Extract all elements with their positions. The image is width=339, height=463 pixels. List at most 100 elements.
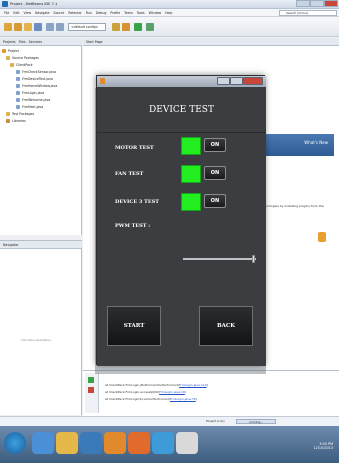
libraries-icon	[6, 119, 10, 123]
save-all-icon[interactable]	[34, 23, 42, 31]
build-icon[interactable]	[112, 23, 120, 31]
tree-item[interactable]: FrmDeviceTest.java	[16, 76, 53, 82]
dialog-minimize-button[interactable]	[217, 77, 230, 85]
close-button[interactable]	[324, 0, 338, 7]
tree-item[interactable]: Source Packages	[6, 55, 39, 61]
dialog-titlebar[interactable]	[97, 76, 266, 87]
media-icon[interactable]	[80, 432, 102, 454]
output-line: at ClientPack.FrmLogin$1.actionPerformed…	[105, 397, 197, 401]
redo-icon[interactable]	[56, 23, 64, 31]
ie-icon[interactable]	[32, 432, 54, 454]
tab-files[interactable]: Files	[19, 40, 26, 44]
rerun-icon[interactable]	[88, 377, 94, 383]
tree-item[interactable]: FrmMain.java	[16, 104, 43, 110]
window-controls	[296, 0, 338, 7]
navigator-tabstrip: Navigator	[0, 241, 82, 249]
app-icon[interactable]	[152, 432, 174, 454]
menu-navigate[interactable]: Navigate	[35, 11, 49, 15]
netbeans-task-icon[interactable]	[104, 432, 126, 454]
java-task-icon[interactable]	[176, 432, 198, 454]
projects-pane: Projects Files Services Project Source P…	[0, 38, 82, 235]
navigator-title[interactable]: Navigator	[3, 243, 19, 247]
minimize-button[interactable]	[296, 0, 310, 7]
menu-help[interactable]: Help	[165, 11, 172, 15]
stacktrace-link[interactable]: FrmLogin.java:16	[159, 390, 185, 394]
navigator-empty-text: <No View Available>	[20, 338, 52, 342]
clock[interactable]: 3:50 PM 12/10/2013	[313, 442, 333, 450]
package-folder-icon	[6, 112, 10, 116]
package-icon	[10, 63, 14, 67]
java-file-icon	[16, 98, 20, 102]
tab-services[interactable]: Services	[29, 40, 42, 44]
menu-profile[interactable]: Profile	[110, 11, 120, 15]
stop-icon[interactable]	[88, 387, 94, 393]
editor-tabstrip: Start Page	[83, 38, 339, 46]
maximize-button[interactable]	[310, 0, 324, 7]
java-file-icon	[16, 70, 20, 74]
stacktrace-link[interactable]: FrmLogin.java:76	[170, 397, 196, 401]
tree-item[interactable]: Test Packages	[6, 111, 34, 117]
progress-bar[interactable]: running...	[236, 419, 276, 424]
pwm-slider-track[interactable]	[183, 258, 256, 260]
undo-icon[interactable]	[46, 23, 54, 31]
open-project-icon[interactable]	[24, 23, 32, 31]
java-file-icon	[16, 84, 20, 88]
taskbar: 3:50 PM 12/10/2013	[0, 426, 339, 463]
window-title: Project - NetBeans IDE 7.1	[10, 2, 58, 6]
motor-status-indicator	[181, 137, 201, 155]
dialog-close-button[interactable]	[243, 77, 263, 85]
menu-team[interactable]: Team	[124, 11, 132, 15]
fan-status-indicator	[181, 165, 201, 183]
menu-run[interactable]: Run	[86, 11, 92, 15]
menu-file[interactable]: File	[4, 11, 9, 15]
tree-item[interactable]: FrmCheckSensor.java	[16, 69, 56, 75]
tree-item[interactable]: Libraries	[6, 118, 26, 124]
start-button-icon[interactable]	[4, 432, 26, 454]
firefox-icon[interactable]	[128, 432, 150, 454]
menu-edit[interactable]: Edit	[13, 11, 19, 15]
dialog-heading: DEVICE TEST	[97, 103, 266, 133]
explorer-icon[interactable]	[56, 432, 78, 454]
output-line: at ClientPack.FrmLogin.jButton1ActionPer…	[105, 383, 208, 387]
java-file-icon	[16, 91, 20, 95]
device3-test-label: DEVICE 3 TEST	[115, 199, 159, 205]
search-input[interactable]: Search (Ctrl+I)	[279, 10, 337, 16]
projects-tabstrip: Projects Files Services	[0, 38, 82, 46]
tab-start-page[interactable]: Start Page	[86, 40, 103, 44]
fan-test-label: FAN TEST	[115, 171, 144, 177]
back-button[interactable]: BACK	[199, 306, 253, 346]
menu-tools[interactable]: Tools	[137, 11, 145, 15]
debug-icon[interactable]	[146, 23, 154, 31]
menu-source[interactable]: Source	[53, 11, 64, 15]
tree-item[interactable]: FrmHomeWindow.java	[16, 83, 57, 89]
motor-test-label: MOTOR TEST	[115, 145, 154, 151]
tree-item[interactable]: FrmLogin.java	[16, 90, 44, 96]
new-project-icon[interactable]	[14, 23, 22, 31]
java-file-icon	[16, 105, 20, 109]
config-select[interactable]: <default config>	[68, 23, 106, 31]
device-test-dialog: DEVICE TEST MOTOR TEST ON FAN TEST ON DE…	[96, 75, 266, 366]
menu-view[interactable]: View	[24, 11, 32, 15]
device3-status-indicator	[181, 193, 201, 211]
pwm-slider-thumb[interactable]	[252, 255, 256, 263]
new-file-icon[interactable]	[4, 23, 12, 31]
tab-projects[interactable]: Projects	[3, 40, 16, 44]
stacktrace-link[interactable]: FrmLogin.java:110	[179, 383, 207, 387]
output-toolbar	[85, 373, 99, 413]
tree-item[interactable]: Project	[2, 48, 19, 54]
menu-refactor[interactable]: Refactor	[68, 11, 81, 15]
tree-item[interactable]: FrmWelcome.java	[16, 97, 50, 103]
device3-on-button[interactable]: ON	[204, 194, 226, 208]
motor-on-button[interactable]: ON	[204, 138, 226, 152]
menu-window[interactable]: Window	[149, 11, 162, 15]
dialog-maximize-button[interactable]	[230, 77, 243, 85]
start-button[interactable]: START	[107, 306, 161, 346]
fan-on-button[interactable]: ON	[204, 166, 226, 180]
output-line: at ClientPack.FrmLogin.access$000(FrmLog…	[105, 390, 187, 394]
run-icon[interactable]	[134, 23, 142, 31]
tree-item[interactable]: ClientPack	[10, 62, 33, 68]
netbeans-logo-icon	[2, 1, 8, 7]
project-icon	[2, 49, 6, 53]
menu-debug[interactable]: Debug	[96, 11, 106, 15]
clean-build-icon[interactable]	[122, 23, 130, 31]
